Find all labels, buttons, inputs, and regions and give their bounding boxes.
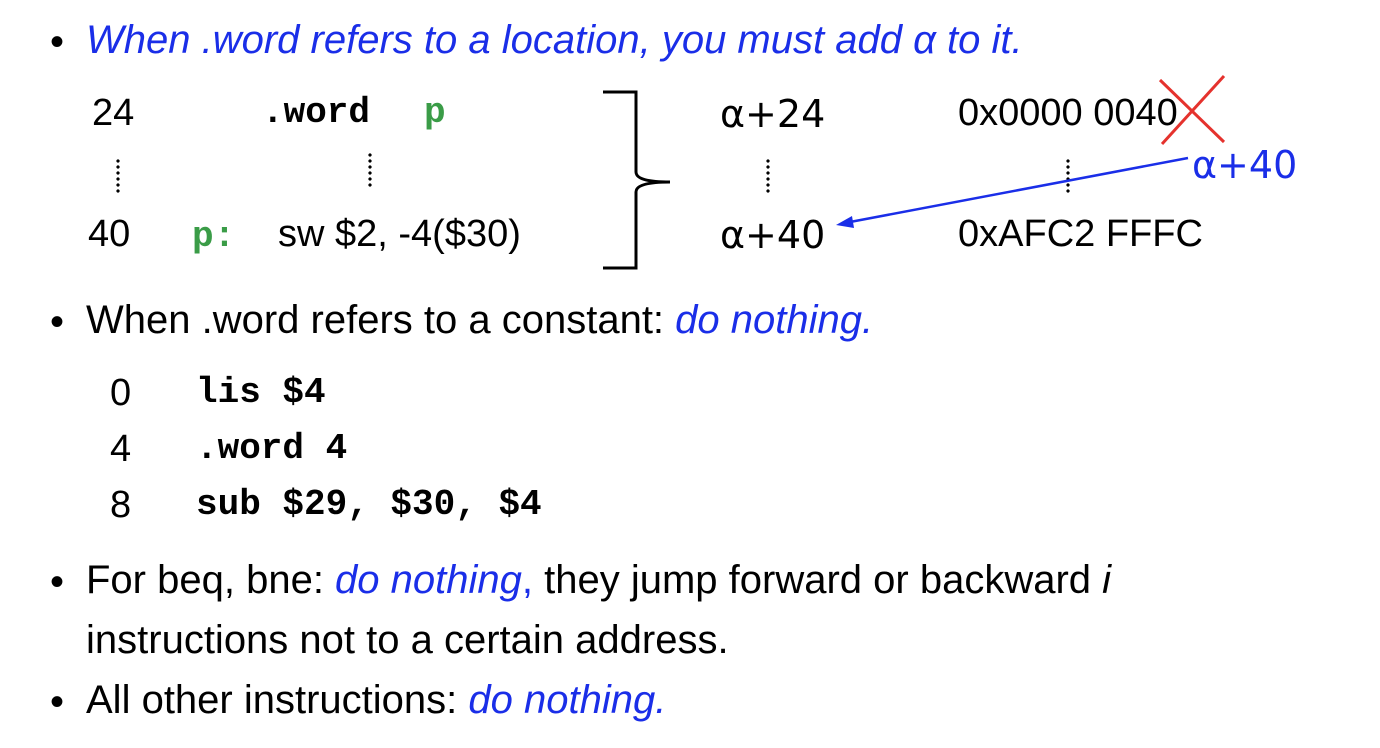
bullet-2-emphasis: do nothing. xyxy=(675,298,874,342)
bullet-2-text: When .word refers to a constant: do noth… xyxy=(86,300,873,340)
cross-icon xyxy=(1158,74,1226,146)
const-addr-2: 8 xyxy=(110,484,132,526)
bullet-4-marker: • xyxy=(50,680,65,724)
bullet-3-after-rest: they jump forward or backward xyxy=(533,558,1103,602)
bullet-3-line-1: For beq, bne: do nothing, they jump forw… xyxy=(86,560,1111,600)
bullet-3-after: , xyxy=(521,558,534,602)
bullet-3-line-2: instructions not to a certain address. xyxy=(86,618,729,662)
bullet-2-marker: • xyxy=(50,300,65,344)
arrow-icon xyxy=(836,156,1189,228)
bullet-3-i: i xyxy=(1102,558,1112,602)
bullet-3-marker: • xyxy=(50,560,65,604)
bullet-3-emphasis: do nothing xyxy=(335,558,522,602)
bullet-4-plain: All other instructions: xyxy=(86,678,469,722)
const-addr-0: 0 xyxy=(110,372,132,414)
const-code-2: sub $29, $30, $4 xyxy=(196,484,542,525)
bullet-2-plain: When .word refers to a constant: xyxy=(86,298,676,342)
const-addr-1: 4 xyxy=(110,428,132,470)
right-brace xyxy=(603,90,671,270)
const-code-1: .word 4 xyxy=(196,428,348,469)
const-code-0: lis $4 xyxy=(196,372,326,413)
bullet-4-emphasis: do nothing. xyxy=(468,678,667,722)
bullet-4-text: All other instructions: do nothing. xyxy=(86,680,666,720)
bullet-3-plain: For beq, bne: xyxy=(86,558,336,602)
